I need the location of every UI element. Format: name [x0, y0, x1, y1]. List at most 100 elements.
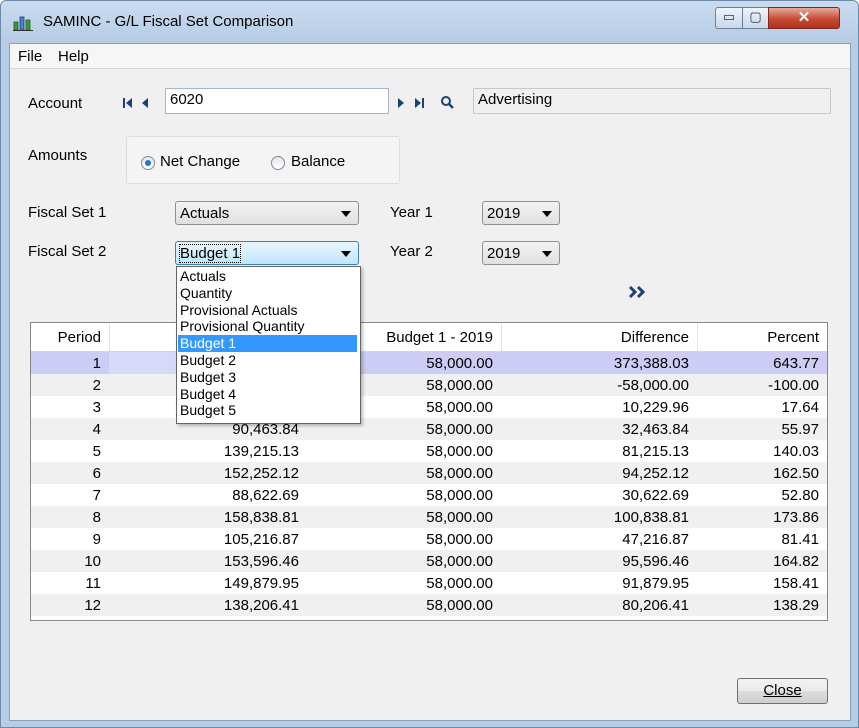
table-cell: 152,252.12 [223, 465, 299, 482]
table-cell: 91,879.95 [622, 575, 689, 592]
chevron-down-icon [542, 251, 552, 257]
year-1-select[interactable]: 2019 [482, 201, 560, 225]
table-row[interactable]: 7 88,622.69 58,000.00 30,622.69 52.80 [31, 484, 827, 506]
fiscal-set-2-select[interactable]: Budget 1 [175, 241, 359, 265]
table-header: Period Budget 1 - 2019 Difference Percen… [31, 323, 827, 352]
dropdown-option[interactable]: Budget 5 [178, 402, 357, 419]
table-cell: 2 [92, 377, 101, 394]
table-row[interactable]: 9 105,216.87 58,000.00 47,216.87 81.41 [31, 528, 827, 550]
chart-app-icon [13, 13, 33, 31]
title-bar[interactable]: SAMINC - G/L Fiscal Set Comparison ▭ ▢ ✕ [1, 1, 858, 41]
dropdown-option[interactable]: Quantity [178, 285, 357, 302]
close-window-button[interactable]: ✕ [768, 7, 840, 29]
table-cell: 9 [92, 531, 101, 548]
fiscal-set-1-select[interactable]: Actuals [175, 201, 359, 225]
table-row[interactable]: 5 139,215.13 58,000.00 81,215.13 140.03 [31, 440, 827, 462]
table-row[interactable]: 4 90,463.84 58,000.00 32,463.84 55.97 [31, 418, 827, 440]
table-cell: 138,206.41 [223, 597, 299, 614]
dropdown-option[interactable]: Budget 3 [178, 369, 357, 386]
account-input[interactable]: 6020 [165, 88, 389, 114]
dropdown-option[interactable]: Actuals [178, 268, 357, 285]
previous-record-icon[interactable] [140, 95, 150, 111]
table-row[interactable]: 12 138,206.41 58,000.00 80,206.41 138.29 [31, 594, 827, 616]
table-cell: 139,215.13 [223, 443, 299, 460]
table-cell: 8 [92, 509, 101, 526]
table-cell: 80,206.41 [622, 597, 689, 614]
amounts-label: Amounts [28, 147, 88, 164]
balance-label[interactable]: Balance [291, 153, 345, 170]
table-cell: 3 [92, 399, 101, 416]
account-label: Account [28, 95, 83, 112]
table-cell: 58,000.00 [426, 443, 493, 460]
double-chevron-right-icon[interactable] [628, 284, 648, 300]
table-cell: 4 [92, 421, 101, 438]
year-2-label: Year 2 [390, 243, 433, 260]
close-button[interactable]: Close [737, 678, 828, 704]
dropdown-option[interactable]: Budget 2 [178, 352, 357, 369]
menu-help[interactable]: Help [58, 48, 89, 65]
table-cell: 32,463.84 [622, 421, 689, 438]
table-cell: 95,596.46 [622, 553, 689, 570]
fiscal-set-2-dropdown-list: Actuals Quantity Provisional Actuals Provis… [176, 266, 361, 424]
net-change-radio[interactable] [141, 156, 155, 170]
table-row[interactable]: 8 158,838.81 58,000.00 100,838.81 173.86 [31, 506, 827, 528]
net-change-label[interactable]: Net Change [160, 153, 240, 170]
column-header-percent[interactable]: Percent [697, 329, 819, 346]
table-cell: 10,229.96 [622, 399, 689, 416]
table-cell: 58,000.00 [426, 597, 493, 614]
year-1-value: 2019 [487, 205, 521, 222]
table-cell: 88,622.69 [232, 487, 299, 504]
minimize-button[interactable]: ▭ [715, 7, 743, 29]
menu-bar: File Help [10, 44, 850, 69]
window-title: SAMINC - G/L Fiscal Set Comparison [43, 13, 294, 30]
chevron-down-icon [542, 211, 552, 217]
menu-file[interactable]: File [18, 48, 42, 65]
dropdown-option[interactable]: Provisional Actuals [178, 302, 357, 319]
first-record-icon[interactable] [122, 95, 136, 111]
table-row[interactable]: 10 153,596.46 58,000.00 95,596.46 164.82 [31, 550, 827, 572]
table-cell: 47,216.87 [622, 531, 689, 548]
year-2-select[interactable]: 2019 [482, 241, 560, 265]
table-row[interactable]: 3 58,000.00 10,229.96 17.64 [31, 396, 827, 418]
table-cell: 55.97 [781, 421, 819, 438]
table-cell: 140.03 [773, 443, 819, 460]
next-record-icon[interactable] [396, 95, 406, 111]
table-cell: 6 [92, 465, 101, 482]
comparison-table: Period Budget 1 - 2019 Difference Percen… [30, 322, 828, 621]
table-row[interactable]: 2 58,000.00 -58,000.00 -100.00 [31, 374, 827, 396]
table-row[interactable]: 1 58,000.00 373,388.03 643.77 [31, 352, 827, 374]
dropdown-option[interactable]: Budget 1 [178, 335, 357, 352]
fiscal-set-2-label: Fiscal Set 2 [28, 243, 107, 260]
table-cell: 11 [85, 575, 101, 592]
balance-radio[interactable] [271, 156, 285, 170]
table-cell: 17.64 [781, 399, 819, 416]
table-cell: 10 [84, 553, 101, 570]
table-row[interactable]: 11 149,879.95 58,000.00 91,879.95 158.41 [31, 572, 827, 594]
column-header-period[interactable]: Period [31, 329, 101, 346]
table-cell: 12 [84, 597, 101, 614]
fiscal-set-1-label: Fiscal Set 1 [28, 204, 107, 221]
table-cell: 153,596.46 [223, 553, 299, 570]
close-icon: ✕ [797, 9, 811, 26]
table-cell: 7 [92, 487, 101, 504]
dropdown-option[interactable]: Budget 4 [178, 386, 357, 403]
maximize-button[interactable]: ▢ [742, 7, 769, 29]
magnifier-icon[interactable] [440, 94, 456, 110]
table-cell: 5 [92, 443, 101, 460]
table-cell: 173.86 [773, 509, 819, 526]
last-record-icon[interactable] [412, 95, 426, 111]
table-cell: 58,000.00 [426, 487, 493, 504]
table-row[interactable]: 6 152,252.12 58,000.00 94,252.12 162.50 [31, 462, 827, 484]
table-cell: 373,388.03 [613, 355, 689, 372]
dropdown-option[interactable]: Provisional Quantity [178, 318, 357, 335]
table-cell: 149,879.95 [223, 575, 299, 592]
table-cell: 81,215.13 [622, 443, 689, 460]
client-area: File Help Account 6020 Advertising Amoun… [9, 43, 851, 721]
table-cell: 162.50 [773, 465, 819, 482]
column-header-difference[interactable]: Difference [501, 329, 689, 346]
amounts-group: Net Change Balance [126, 136, 400, 184]
fiscal-set-1-value: Actuals [180, 205, 230, 222]
table-cell: 158,838.81 [223, 509, 299, 526]
fiscal-set-2-value: Budget 1 [178, 244, 242, 263]
menu-file-label: File [18, 48, 43, 65]
